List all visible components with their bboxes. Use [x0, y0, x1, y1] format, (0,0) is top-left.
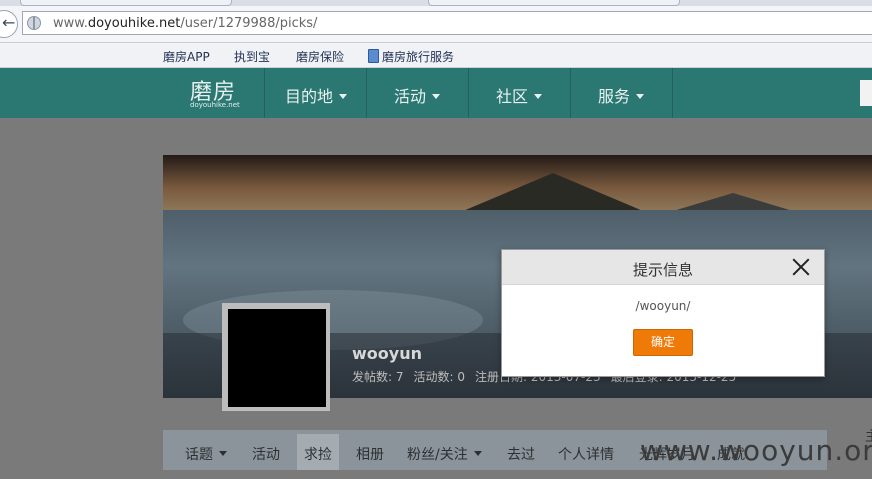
stat-activities: 活动数: 0 — [413, 370, 466, 384]
chevron-down-icon — [339, 94, 348, 99]
dialog-header: 提示信息 — [502, 250, 824, 285]
bookmark-insurance[interactable]: 磨房保险 — [296, 48, 344, 65]
tab-albums[interactable]: 相册 — [356, 444, 384, 464]
nav-destination-label: 目的地 — [285, 87, 334, 106]
tab-fans-following-label: 粉丝/关注 — [407, 447, 468, 463]
nav-divider — [570, 68, 571, 118]
dialog-message: /wooyun/ — [635, 299, 691, 313]
bookmark-zhidaobao[interactable]: 执到宝 — [234, 48, 270, 65]
back-arrow-icon: ← — [2, 13, 16, 32]
nav-services[interactable]: 服务 — [598, 83, 645, 107]
url-prefix: www. — [53, 16, 88, 31]
nav-community[interactable]: 社区 — [496, 83, 543, 107]
tab-picks[interactable]: 求捡 — [304, 444, 332, 464]
bookmark-travel-service-label: 磨房旅行服务 — [382, 50, 455, 64]
bookmark-app[interactable]: 磨房APP — [163, 48, 210, 65]
address-text[interactable]: www.doyouhike.net/user/1279988/picks/ — [53, 16, 317, 31]
cover-island — [463, 173, 643, 211]
confirm-button[interactable]: 确定 — [633, 329, 693, 356]
alert-dialog: 提示信息 /wooyun/ 确定 — [501, 249, 825, 377]
bookmarks-bar: 磨房APP 执到宝 磨房保险 磨房旅行服务 — [0, 43, 872, 68]
chevron-down-icon — [219, 451, 227, 456]
back-button[interactable]: ← — [0, 10, 18, 38]
logo-en: doyouhike.net — [190, 101, 240, 109]
nav-divider — [366, 68, 367, 118]
nav-community-label: 社区 — [496, 87, 529, 106]
nav-divider — [264, 68, 265, 118]
bookmark-travel-service[interactable]: 磨房旅行服务 — [368, 48, 454, 65]
chevron-down-icon — [636, 94, 645, 99]
avatar[interactable] — [228, 309, 326, 407]
nav-destination[interactable]: 目的地 — [285, 83, 348, 107]
tab-topics-label: 话题 — [185, 447, 213, 463]
nav-divider — [672, 68, 673, 118]
chevron-down-icon — [534, 94, 543, 99]
dialog-title: 提示信息 — [632, 261, 693, 279]
search-input[interactable] — [860, 80, 872, 106]
url-domain: doyouhike.net — [87, 16, 181, 31]
site-logo[interactable]: 磨房 doyouhike.net — [188, 74, 242, 112]
tab-activities[interactable]: 活动 — [252, 444, 280, 464]
url-path: /user/1279988/picks/ — [180, 16, 318, 31]
tab-fans-following[interactable]: 粉丝/关注 — [407, 444, 482, 464]
globe-icon — [27, 16, 41, 30]
nav-divider — [468, 68, 469, 118]
tab-topics[interactable]: 话题 — [185, 444, 227, 464]
profile-username: wooyun — [352, 344, 422, 363]
nav-activity-label: 活动 — [394, 87, 427, 106]
watermark: www.wooyun.org — [640, 434, 872, 467]
chevron-down-icon — [432, 94, 441, 99]
tab-profile-details[interactable]: 个人详情 — [558, 444, 614, 464]
stat-posts: 发帖数: 7 — [352, 370, 404, 384]
close-icon[interactable] — [792, 258, 810, 276]
address-bar[interactable]: www.doyouhike.net/user/1279988/picks/ — [22, 11, 872, 35]
nav-services-label: 服务 — [598, 87, 631, 106]
tab-visited[interactable]: 去过 — [507, 444, 535, 464]
chevron-down-icon — [473, 451, 482, 456]
browser-toolbar: ← www.doyouhike.net/user/1279988/picks/ — [0, 6, 872, 43]
cover-hills — [673, 193, 793, 211]
nav-activity[interactable]: 活动 — [394, 83, 441, 107]
page-icon — [368, 49, 379, 63]
